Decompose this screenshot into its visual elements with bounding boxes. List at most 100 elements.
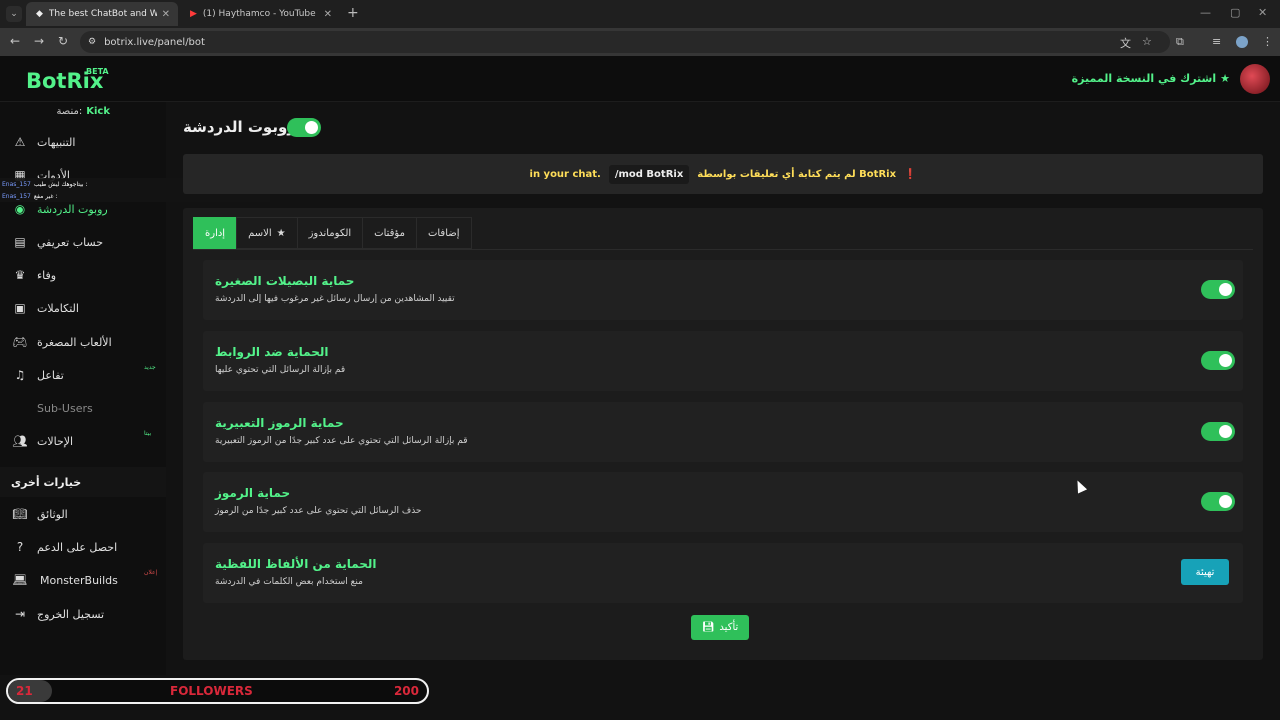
setting-symbol-protection: حماية الرموز حذف الرسائل التي تحتوي على … — [203, 472, 1243, 532]
sidebar-item-referrals[interactable]: 👥︎ الإحالات بيتا — [0, 426, 166, 456]
beta-badge: BETA — [86, 67, 109, 76]
star-icon: ★ — [276, 227, 286, 239]
extensions-icon[interactable]: ⧉ — [1176, 35, 1184, 49]
save-icon: 💾︎ — [701, 622, 715, 633]
browser-tab-botrix[interactable]: ◆ The best ChatBot and Widgets ✕ — [26, 2, 178, 26]
back-icon[interactable]: ← — [10, 34, 20, 48]
sidebar-item-profile[interactable]: ▤ حساب تعريفي — [0, 227, 166, 257]
sidebar-item-alerts[interactable]: ⚠ التنبيهات — [0, 127, 166, 157]
chat-user: Enas_157 — [2, 180, 31, 188]
mod-command-code: /mod BotRix — [608, 164, 690, 184]
minimize-icon[interactable]: — — [1200, 6, 1211, 19]
maximize-icon[interactable]: ▢ — [1230, 6, 1240, 19]
reload-icon[interactable]: ↻ — [58, 34, 68, 48]
sidebar-item-label: روبوت الدردشة — [37, 202, 108, 216]
info-icon: ❗ — [904, 168, 917, 180]
tab-moderation[interactable]: إدارة — [193, 217, 237, 249]
followers-current: 21 — [16, 684, 33, 698]
help-icon: ? — [16, 540, 24, 554]
setting-toggle[interactable] — [1201, 492, 1235, 511]
mod-notice: in your chat. /mod BotRix لم يتم كتابة أ… — [183, 154, 1263, 194]
tab-addons[interactable]: إضافات — [415, 217, 472, 249]
setting-description: تقييد المشاهدين من إرسال رسائل غير مرغوب… — [215, 294, 455, 304]
notice-suffix: in your chat. — [529, 168, 601, 180]
tab-commands[interactable]: الكوماندوز — [296, 217, 363, 249]
setting-title: حماية الرموز التعبيرية — [215, 416, 344, 430]
followers-goal-bar: 21 FOLLOWERS 200 — [6, 678, 429, 704]
site-info-icon[interactable]: ⚙ — [88, 37, 96, 47]
sidebar-item-label: Sub-Users — [37, 401, 93, 415]
media-icon[interactable]: ≡ — [1212, 35, 1221, 48]
warning-icon: ⚠ — [14, 135, 26, 149]
tab-timers[interactable]: مؤقتات — [362, 217, 416, 249]
setting-description: حذف الرسائل التي تحتوي على عدد كبير جدًا… — [215, 506, 422, 516]
followers-label: FOLLOWERS — [170, 684, 253, 698]
new-badge: جديد — [144, 364, 156, 371]
logout-icon: ⇥ — [14, 607, 26, 621]
app-header: BotRix BETA اشترك في النسخة المميزة ★ — [0, 56, 1280, 102]
forward-icon[interactable]: → — [34, 34, 44, 48]
sidebar-item-logout[interactable]: ⇥ تسجيل الخروج — [0, 599, 166, 629]
sidebar-item-sub-users[interactable]: Sub-Users — [0, 393, 166, 423]
settings-tabs: إدارة الاسم ★ الكوماندوز مؤقتات إضافات — [193, 217, 472, 249]
sidebar-item-label: الوثائق — [37, 507, 68, 521]
setting-toggle[interactable] — [1201, 280, 1235, 299]
setting-link-protection: الحماية ضد الروابط قم بإزالة الرسائل الت… — [203, 331, 1243, 391]
browser-tab-title: The best ChatBot and Widgets — [48, 9, 157, 19]
sidebar-item-label: MonsterBuilds — [40, 573, 118, 587]
menu-icon[interactable]: ⋮ — [1262, 35, 1273, 48]
sidebar-item-loyalty[interactable]: ♛ وفاء — [0, 260, 166, 290]
profile-avatar-icon[interactable] — [1236, 36, 1248, 48]
tab-name[interactable]: الاسم ★ — [236, 217, 297, 249]
address-bar[interactable]: ⚙ botrix.live/panel/bot — [80, 31, 1170, 53]
sidebar-item-label: حساب تعريفي — [37, 235, 104, 249]
url-text: botrix.live/panel/bot — [104, 36, 205, 48]
tab-list-icon[interactable]: ⌄ — [6, 6, 22, 22]
sidebar-item-label: التنبيهات — [37, 135, 76, 149]
save-button[interactable]: 💾︎ تأكيد — [691, 615, 749, 640]
sidebar-item-monsterbuilds[interactable]: 💻︎ MonsterBuilds إعلان — [0, 565, 166, 595]
sidebar-item-support[interactable]: ? احصل على الدعم — [0, 532, 166, 562]
close-tab-icon[interactable]: ✕ — [324, 9, 332, 20]
setting-toggle[interactable] — [1201, 422, 1235, 441]
page-title: روبوت الدردشة — [183, 118, 296, 136]
trophy-icon: ♛ — [14, 268, 26, 282]
browser-tab-youtube[interactable]: ▶ (1) Haythamco - YouTube ✕ — [180, 2, 340, 26]
translate-icon[interactable]: 文 — [1120, 35, 1131, 51]
other-options-heading: خيارات أخرى — [0, 467, 166, 497]
setting-description: قم بإزالة الرسائل التي تحتوي على عدد كبي… — [215, 436, 468, 446]
sidebar-item-minigames[interactable]: 🎮︎ الألعاب المصغرة — [0, 327, 166, 357]
setting-small-caps-protection: حماية البصيلات الصغيرة تقييد المشاهدين م… — [203, 260, 1243, 320]
configure-button[interactable]: تهيئة — [1181, 559, 1229, 585]
save-label: تأكيد — [719, 622, 739, 633]
chatbot-enable-toggle[interactable] — [287, 118, 321, 137]
music-icon: ♫ — [14, 368, 26, 382]
close-window-icon[interactable]: ✕ — [1258, 6, 1267, 19]
platform-label: منصة: — [56, 106, 83, 117]
premium-link[interactable]: اشترك في النسخة المميزة ★ — [1072, 72, 1230, 85]
sidebar-item-interaction[interactable]: ♫ تفاعل جديد — [0, 360, 166, 390]
integrations-icon: ▣ — [14, 301, 26, 315]
followers-goal: 200 — [393, 684, 419, 698]
setting-word-filter: الحماية من الألفاظ اللفظية منع استخدام ب… — [203, 543, 1243, 603]
book-icon: 📖︎ — [12, 507, 28, 521]
setting-title: الحماية من الألفاظ اللفظية — [215, 557, 377, 571]
close-tab-icon[interactable]: ✕ — [162, 9, 170, 20]
platform-value: Kick — [86, 106, 110, 117]
setting-toggle[interactable] — [1201, 351, 1235, 370]
chat-text: غير مفع : — [33, 192, 58, 200]
bookmark-star-icon[interactable]: ☆ — [1142, 35, 1152, 48]
sidebar-item-label: احصل على الدعم — [37, 540, 118, 554]
tab-label: الكوماندوز — [308, 227, 352, 239]
sidebar-item-label: تسجيل الخروج — [37, 607, 105, 621]
sidebar-item-docs[interactable]: 📖︎ الوثائق — [0, 499, 166, 529]
chat-text: بيتاجوهك ليش طيب : — [33, 180, 88, 188]
tab-label: إضافات — [427, 227, 460, 239]
platform-indicator[interactable]: منصة: Kick — [56, 106, 110, 117]
new-tab-icon[interactable]: + — [347, 5, 359, 21]
sidebar-item-integrations[interactable]: ▣ التكاملات — [0, 293, 166, 323]
browser-tab-bar: ⌄ ◆ The best ChatBot and Widgets ✕ ▶ (1)… — [0, 0, 1280, 28]
user-avatar[interactable] — [1240, 64, 1270, 94]
laptop-icon: 💻︎ — [12, 573, 28, 587]
sidebar-item-label: تفاعل — [37, 368, 64, 382]
